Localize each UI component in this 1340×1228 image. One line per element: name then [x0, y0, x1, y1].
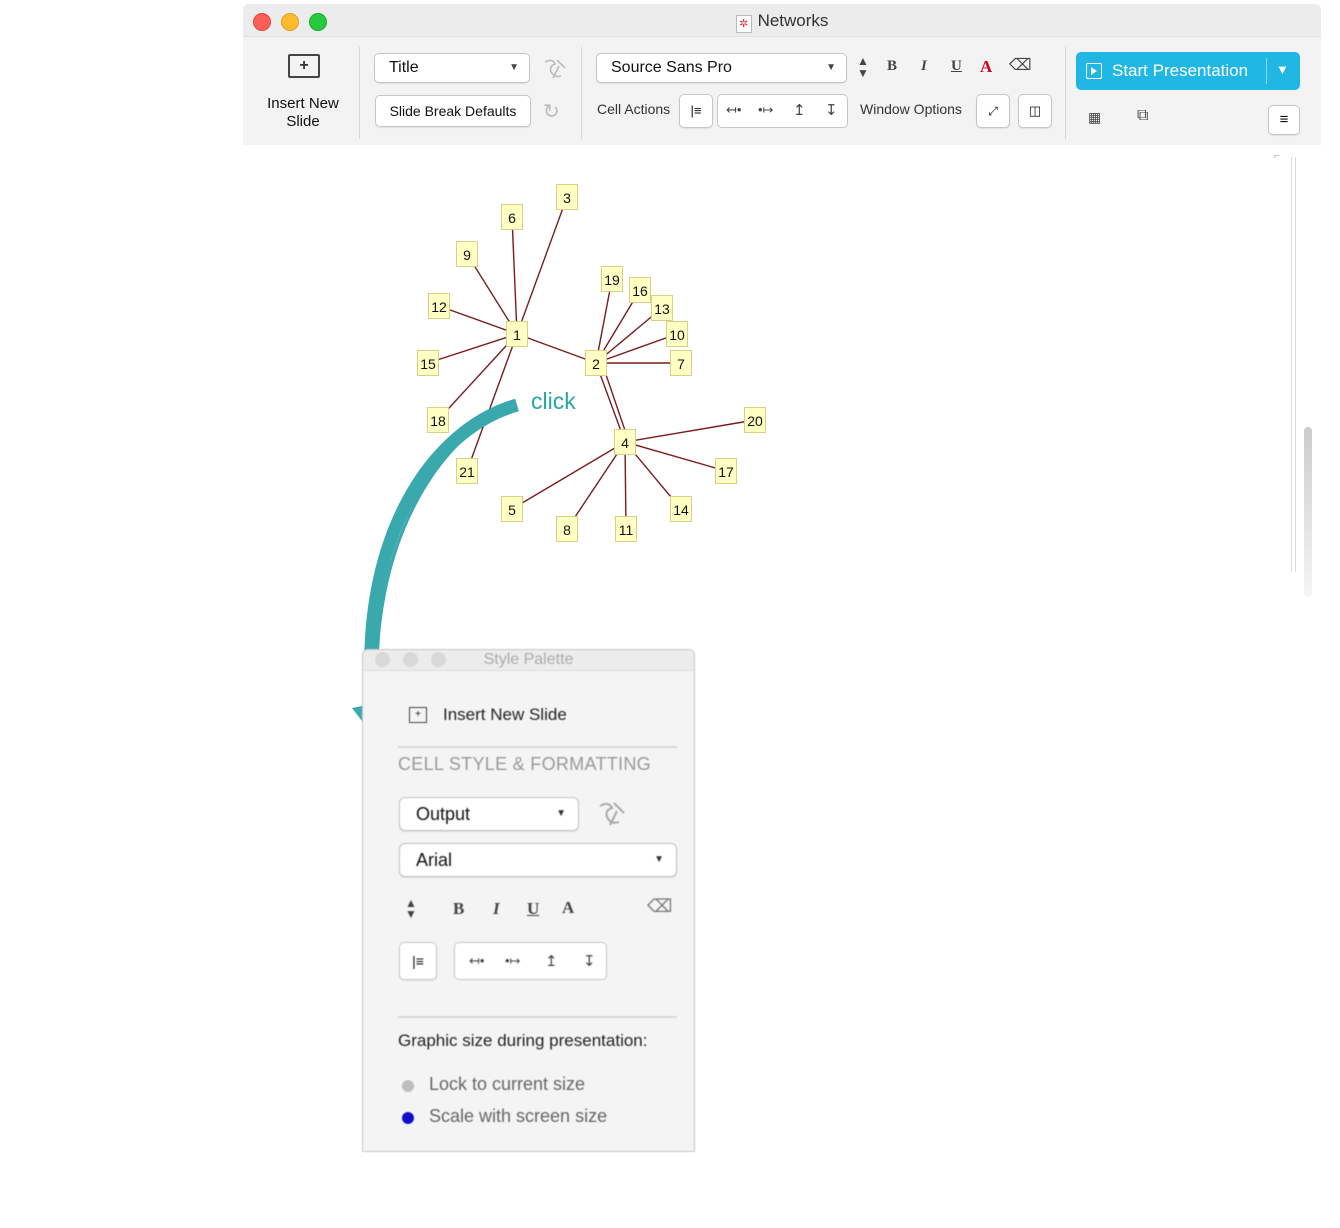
eraser-icon[interactable]: ⌫ [647, 896, 672, 917]
move-down-icon[interactable]: ↧ [583, 952, 596, 970]
graphic-size-label: Graphic size during presentation: [398, 1031, 648, 1050]
palette-cell-move-group: ↤• •↦ ↥ ↧ [454, 942, 607, 980]
chevron-down-icon: ▼ [654, 854, 664, 865]
radio-button[interactable] [402, 1080, 414, 1092]
move-left-icon[interactable]: ↤• [469, 953, 484, 969]
chevron-down-icon: ▼ [556, 808, 566, 819]
align-left-icon: |≡ [412, 953, 424, 969]
palette-cell-align-button[interactable]: |≡ [399, 942, 437, 980]
italic-button[interactable]: I [493, 899, 500, 919]
bold-button[interactable]: B [453, 899, 464, 919]
section-heading: CELL STYLE & FORMATTING [398, 754, 651, 774]
text-color-button[interactable]: A [562, 898, 574, 918]
font-size-stepper-icon[interactable]: ▲ ▼ [405, 897, 417, 920]
move-right-icon[interactable]: •↦ [505, 953, 520, 969]
radio-button-selected[interactable] [402, 1112, 414, 1124]
palette-title: Style Palette [483, 651, 574, 668]
underline-button[interactable]: U [527, 899, 539, 919]
style-palette-window: Style Palette + Insert New Slide CELL ST… [362, 649, 695, 1152]
palette-style-select[interactable]: Output ▼ [399, 797, 579, 831]
format-painter-icon[interactable] [595, 798, 627, 830]
insert-slide-icon: + [409, 707, 427, 723]
palette-font-select[interactable]: Arial ▼ [399, 843, 677, 877]
move-up-icon[interactable]: ↥ [545, 952, 558, 970]
palette-title-bar: Style Palette [363, 650, 694, 671]
